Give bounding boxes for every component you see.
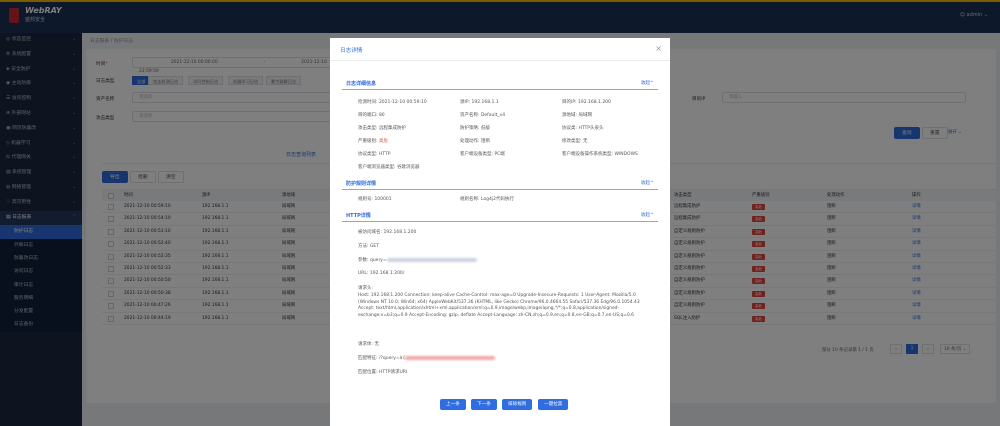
- field-method: 方法: GET: [358, 244, 380, 249]
- collapse-log-details[interactable]: 收起^: [641, 80, 654, 86]
- field-detect-time: 检测时间: 2021-12-10 00:59:10: [358, 100, 427, 105]
- log-detail-modal: 日志详情 × 日志详细信息 收起^ 检测时间: 2021-12-10 00:59…: [330, 38, 670, 426]
- field-rule-name: 规则名称: Log4j2代码执行: [460, 197, 514, 202]
- field-protocol: 协议类型: HTTP: [358, 152, 391, 157]
- field-attack-type: 攻击类型: 远程集成防护: [358, 126, 406, 131]
- modal-title: 日志详情: [340, 48, 363, 54]
- field-headers-value: Host: 192.168.1.200 Connection: keep-ali…: [358, 293, 640, 318]
- field-src-ip: 源IP: 192.168.1.1: [460, 100, 499, 105]
- collapse-http-details[interactable]: 收起^: [641, 212, 654, 218]
- field-policy: 防护策略: 低级: [460, 126, 490, 131]
- field-dst-port: 目的端口: 80: [358, 113, 385, 118]
- field-browser: 客户端浏览器类型: 谷歌浏览器: [358, 165, 420, 170]
- field-asset: 资产名称: Default_v4: [460, 113, 506, 118]
- field-match-position: 匹配位置: HTTP请求URI: [358, 370, 408, 375]
- field-region: 源地域: 局域网: [562, 113, 592, 118]
- field-protocol-class: 协议类: HTTP头泉头: [562, 126, 604, 131]
- section-rule-details: 防护规则详情: [346, 181, 377, 187]
- modal-header-divider: [330, 60, 670, 61]
- chevron-up-icon: ^: [650, 213, 654, 218]
- field-match-feature: 匹配特征: /?query=${: [358, 355, 496, 361]
- blacklist-button[interactable]: 一键拉黑: [538, 399, 569, 410]
- section-divider: [342, 89, 658, 90]
- collapse-rule-details[interactable]: 收起^: [641, 180, 654, 186]
- close-icon[interactable]: ×: [655, 44, 662, 53]
- field-action: 处理动作: 阻断: [460, 139, 490, 144]
- section-log-details: 日志详细信息: [346, 81, 377, 87]
- exclude-rule-button[interactable]: 排除规则: [502, 399, 533, 410]
- section-divider: [342, 221, 658, 222]
- section-divider: [342, 189, 658, 190]
- field-headers-label: 请求头:: [358, 286, 374, 291]
- redacted-value: [405, 355, 496, 360]
- section-http-details: HTTP详情: [346, 213, 371, 219]
- chevron-up-icon: ^: [650, 81, 654, 86]
- redacted-value: [386, 257, 477, 262]
- field-rule-id: 规则号: 100001: [358, 197, 392, 202]
- next-record-button[interactable]: 下一条: [471, 399, 497, 410]
- field-client-device: 客户端设备类型: PC端: [460, 152, 505, 157]
- field-client-os: 客户端设备操作系统类型: WINDOWS: [562, 152, 638, 157]
- field-severity: 严重级别: 高危: [358, 139, 388, 144]
- field-body: 请求体: 无: [358, 342, 379, 347]
- field-host: 被访问域名: 192.168.1.200: [358, 230, 417, 235]
- field-modify-type: 修改类型: 无: [562, 139, 588, 144]
- chevron-up-icon: ^: [650, 181, 654, 186]
- field-url: URL: 192.168.1.200/: [358, 271, 405, 276]
- prev-record-button[interactable]: 上一条: [440, 399, 466, 410]
- field-dst-ip: 目的IP: 192.168.1.200: [562, 100, 611, 105]
- field-params: 参数: query=: [358, 257, 477, 263]
